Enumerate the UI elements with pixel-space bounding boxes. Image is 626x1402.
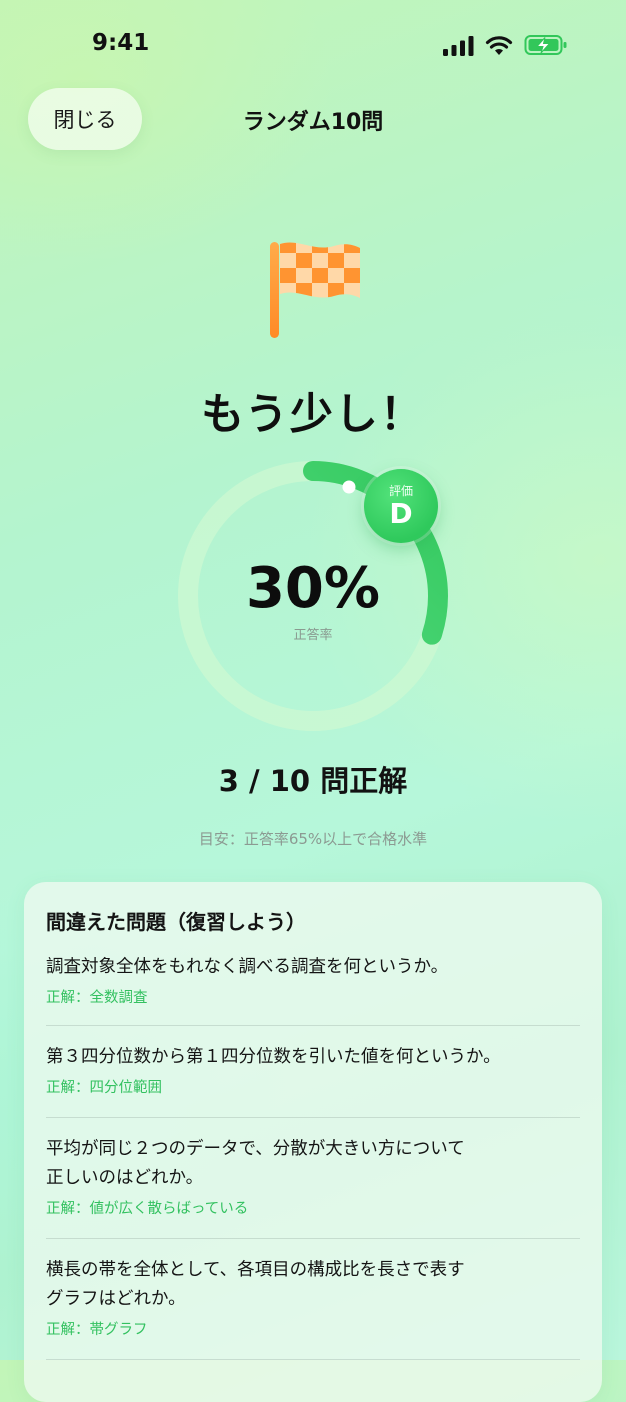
checkered-flag-icon [270, 242, 360, 338]
page-title: ランダム10問 [242, 110, 384, 135]
review-card: 間違えた問題（復習しよう） 調査対象全体をもれなく調べる調査を何というか。 正解… [24, 882, 602, 1402]
accuracy-percent: 30% [245, 556, 381, 621]
accuracy-caption: 正答率 [293, 628, 333, 643]
list-item[interactable]: 第３四分位数から第１四分位数を引いた値を何というか。 正解：四分位範囲 [46, 1043, 580, 1097]
divider [46, 1025, 580, 1026]
answer-text: 正解：四分位範囲 [46, 1080, 162, 1096]
list-item[interactable]: 調査対象全体をもれなく調べる調査を何というか。 正解：全数調査 [46, 953, 580, 1007]
battery-charging-icon [524, 35, 567, 55]
status-time: 9:41 [92, 30, 150, 56]
passing-guideline: 目安：正答率65%以上で合格水準 [198, 830, 428, 848]
wifi-icon [485, 36, 513, 55]
question-text: 調査対象全体をもれなく調べる調査を何というか。 [46, 957, 449, 977]
ring-start-dot [342, 480, 356, 494]
grade-badge: 評価 D [364, 469, 438, 543]
question-text: 平均が同じ２つのデータで、分散が大きい方について 正しいのはどれか。 [46, 1139, 465, 1188]
review-title: 間違えた問題（復習しよう） [46, 910, 306, 934]
list-item[interactable]: 横長の帯を全体として、各項目の構成比を長さで表す グラフはどれか。 正解：帯グラフ [46, 1256, 580, 1339]
grade-value: D [389, 497, 413, 530]
divider [46, 1238, 580, 1239]
divider [46, 1117, 580, 1118]
answer-text: 正解：全数調査 [46, 990, 148, 1006]
result-heading: もう少し！ [201, 390, 425, 440]
correct-count: 3 / 10 問正解 [218, 764, 408, 798]
list-item[interactable]: 平均が同じ２つのデータで、分散が大きい方について 正しいのはどれか。 正解：値が広… [46, 1135, 580, 1218]
answer-text: 正解：帯グラフ [46, 1322, 148, 1338]
question-text: 第３四分位数から第１四分位数を引いた値を何というか。 [46, 1047, 501, 1067]
question-text: 横長の帯を全体として、各項目の構成比を長さで表す グラフはどれか。 [46, 1260, 465, 1309]
answer-text: 正解：値が広く散らばっている [46, 1201, 249, 1217]
signal-icon [443, 36, 474, 56]
